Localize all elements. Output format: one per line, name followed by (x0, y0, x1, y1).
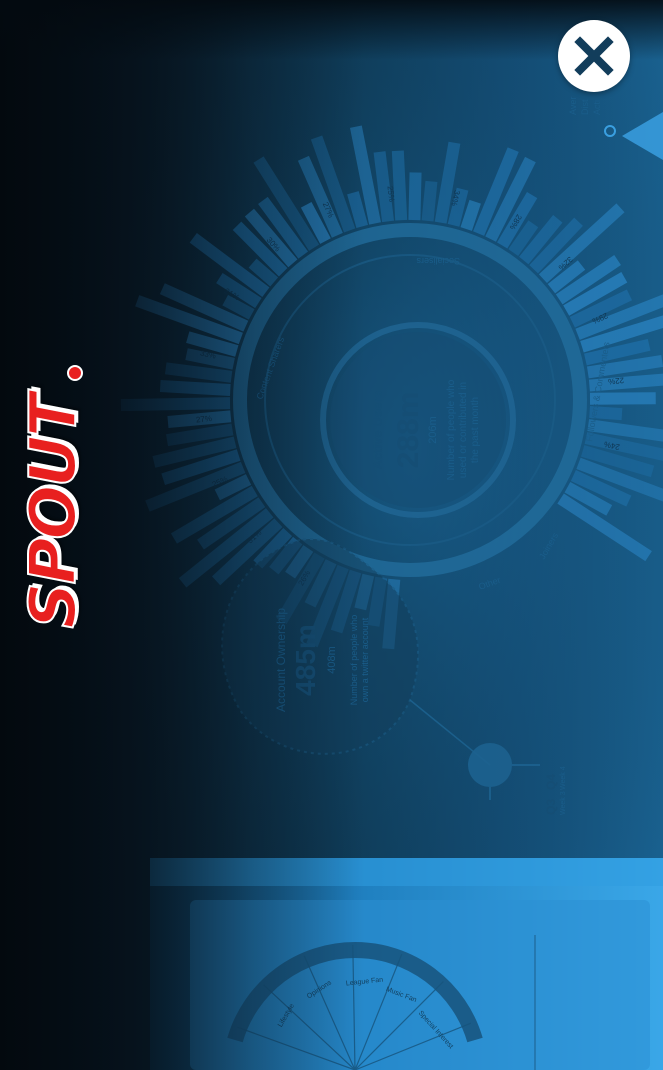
percent-label: 31% (246, 528, 264, 545)
percent-label: 32% (557, 255, 575, 272)
quarter-q3-sub: Week 3 (560, 791, 567, 815)
fullscreen-image-viewer: Active Users 288m 206m Number of people … (0, 0, 663, 1070)
quarter-q4: Q4 (544, 774, 558, 790)
legend-right-2: Dist (580, 99, 590, 115)
percent-label: 28% (508, 213, 524, 231)
percent-label: 24% (603, 439, 621, 451)
close-button[interactable] (558, 20, 630, 92)
active-users-title: Active Users (370, 391, 385, 470)
account-ownership-desc-1: Number of people who (349, 615, 359, 706)
account-ownership-value: 485m (290, 624, 321, 696)
percent-label: 21% (223, 286, 241, 302)
active-users-subvalue: 206m (427, 416, 439, 444)
segment-joiners: Joiners (537, 530, 560, 561)
active-users-value: 288m (392, 392, 425, 469)
percent-label: 26% (296, 569, 312, 587)
percent-label: 22% (608, 376, 625, 387)
percent-label: 27% (195, 414, 212, 425)
infographic-labels: Active Users 288m 206m Number of people … (195, 97, 625, 1051)
account-ownership-subvalue: 408m (326, 646, 338, 674)
percent-label: 34% (449, 189, 461, 207)
segment-other: Other (477, 575, 502, 592)
legend-right-1: Aver (568, 97, 578, 115)
active-users-desc-2: used or contributed in (458, 382, 469, 478)
spout-logo: SPOUT (16, 365, 92, 660)
active-users-desc-3: the past month (470, 397, 481, 463)
segment-top: Socialisers (416, 256, 460, 266)
wheel-label: League Fan (346, 977, 384, 988)
quarter-q3: Q3 (544, 799, 558, 815)
active-users-desc-1: Number of people who (446, 379, 457, 480)
spout-logo-text: SPOUT (16, 394, 92, 629)
percent-label: 29% (591, 311, 609, 326)
wheel-label: Opinions (306, 979, 333, 1000)
percent-label: 25% (386, 185, 397, 202)
percent-label: 33% (199, 348, 217, 360)
wheel-label: Special Interest (417, 1010, 455, 1051)
logo-dot (67, 365, 83, 381)
account-ownership-title: Account Ownership (274, 608, 288, 712)
wheel-label: Lifestyle (277, 1003, 296, 1029)
percent-label: 27% (321, 201, 336, 219)
wheel-label: Music Fan (385, 986, 418, 1004)
account-ownership-desc-2: own a twitter account (360, 617, 370, 702)
segment-content-sharers: Content Sharers (254, 335, 286, 400)
percent-label: 30% (265, 236, 282, 254)
segment-followers-commenters: Followers & Commenters (584, 341, 611, 443)
quarter-q4-sub: Week 4 (560, 766, 567, 790)
close-icon (574, 36, 614, 76)
legend-right-3: Acti (592, 100, 602, 115)
percent-label: 25% (211, 474, 229, 489)
